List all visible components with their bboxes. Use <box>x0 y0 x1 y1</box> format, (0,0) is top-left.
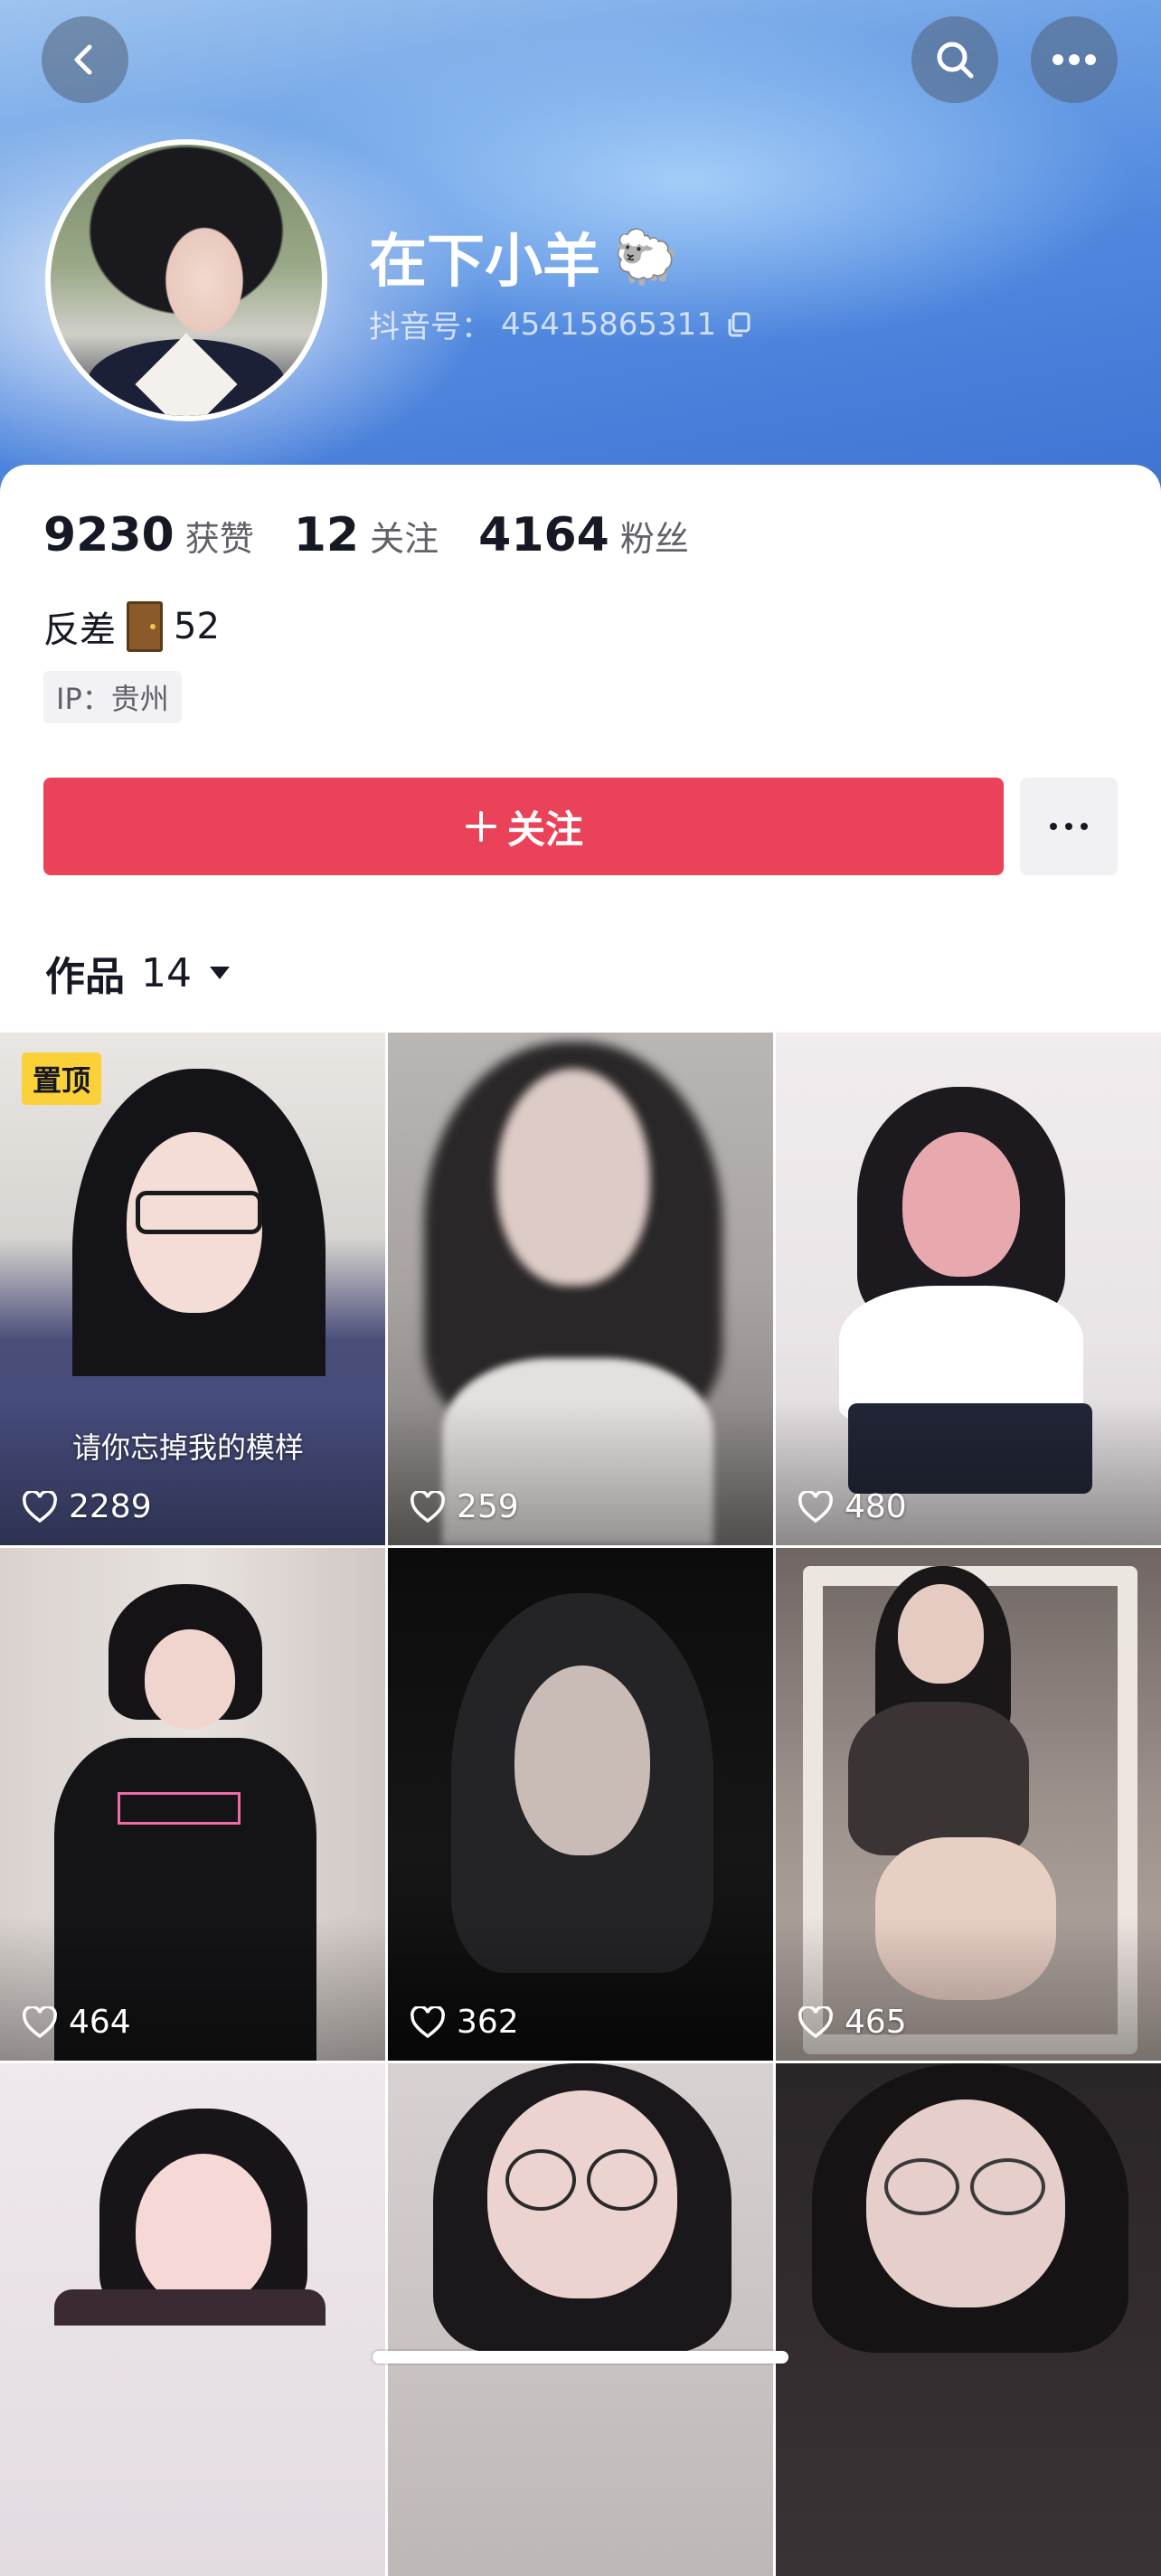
thumb-glasses-right <box>970 2158 1045 2215</box>
video-tile[interactable]: 259 <box>388 1033 773 1545</box>
video-tile[interactable]: 362 <box>388 1548 773 2061</box>
video-tile[interactable] <box>0 2063 385 2576</box>
bio-prefix: 反差 <box>43 609 116 651</box>
video-tile[interactable] <box>776 2063 1161 2576</box>
profile-more-button[interactable] <box>1020 778 1118 875</box>
home-indicator[interactable] <box>373 2351 788 2364</box>
like-count: 465 <box>798 2004 907 2041</box>
sheep-emoji: 🐑 <box>613 225 679 288</box>
heart-icon <box>411 2005 445 2038</box>
thumb-face <box>898 1584 984 1684</box>
stat-likes[interactable]: 9230 获赞 <box>43 508 254 562</box>
avatar[interactable] <box>45 139 327 421</box>
like-count-value: 259 <box>457 1488 519 1525</box>
thumb-shirt-print <box>118 1792 241 1825</box>
like-count-value: 480 <box>845 1488 907 1525</box>
bio: 反差 52 <box>43 600 220 653</box>
douyin-id-label: 抖音号： <box>369 309 492 345</box>
bio-suffix: 52 <box>174 606 220 647</box>
more-horizontal-icon <box>1052 54 1096 65</box>
more-horizontal-icon <box>1050 823 1088 830</box>
ip-location-tag: IP：贵州 <box>43 671 182 723</box>
door-emoji-icon <box>127 601 163 652</box>
nickname: 在下小羊 🐑 <box>369 215 678 298</box>
heart-icon <box>23 2005 57 2038</box>
like-count: 259 <box>410 1488 519 1525</box>
stat-value: 12 <box>293 508 360 562</box>
thumb-face <box>145 1629 235 1729</box>
like-count: 2289 <box>22 1488 152 1525</box>
thumb-face <box>136 2154 271 2307</box>
thumb-glasses-right <box>587 2149 657 2211</box>
thumb-shirt <box>848 1702 1029 1855</box>
caret-down-icon <box>210 967 230 979</box>
works-count: 14 <box>141 949 192 996</box>
search-button[interactable] <box>911 16 998 103</box>
heart-icon <box>23 1490 57 1523</box>
like-count: 464 <box>22 2004 131 2041</box>
search-icon <box>937 42 974 79</box>
like-count: 362 <box>410 2004 519 2041</box>
douyin-id[interactable]: 抖音号： 45415865311 <box>369 302 752 346</box>
like-count-value: 465 <box>845 2004 907 2041</box>
video-tile[interactable]: 置顶 请你忘掉我的模样 2289 <box>0 1033 385 1545</box>
heart-icon <box>411 1490 445 1523</box>
video-tile[interactable]: 464 <box>0 1548 385 2061</box>
stat-followers[interactable]: 4164 粉丝 <box>478 508 689 562</box>
thumb-shirt <box>54 2289 326 2326</box>
douyin-id-value: 45415865311 <box>501 306 716 343</box>
like-count-value: 464 <box>69 2004 131 2041</box>
stat-value: 9230 <box>43 508 175 562</box>
thumb-glasses-left <box>505 2149 576 2211</box>
follow-button[interactable]: 关注 <box>43 778 1004 875</box>
follow-label: 关注 <box>506 807 583 852</box>
avatar-collar <box>87 339 286 416</box>
thumb-glasses <box>136 1191 262 1234</box>
thumb-face <box>496 1069 650 1286</box>
back-button[interactable] <box>42 16 128 103</box>
heart-icon <box>798 2005 833 2038</box>
like-count: 480 <box>798 1488 907 1525</box>
stat-value: 4164 <box>478 508 609 562</box>
more-options-button[interactable] <box>1031 16 1118 103</box>
plus-icon <box>465 811 496 842</box>
video-tile[interactable]: 465 <box>776 1548 1161 2061</box>
tab-works[interactable]: 作品 14 <box>45 944 231 1002</box>
stat-label: 粉丝 <box>619 519 689 559</box>
stats-row: 9230 获赞 12 关注 4164 粉丝 <box>43 508 689 562</box>
video-grid: 置顶 请你忘掉我的模样 2289 259 480 464 362 465 <box>0 1033 1161 2576</box>
stat-label: 关注 <box>370 519 439 559</box>
video-caption: 请你忘掉我的模样 <box>72 1430 305 1465</box>
nickname-text: 在下小羊 <box>369 229 600 296</box>
like-count-value: 362 <box>457 2004 519 2041</box>
thumb-face <box>902 1132 1020 1277</box>
video-tile[interactable]: 480 <box>776 1033 1161 1545</box>
heart-icon <box>798 1490 833 1523</box>
thumb-face <box>514 1665 650 1855</box>
works-label: 作品 <box>45 954 125 1000</box>
chevron-left-icon <box>74 44 92 75</box>
thumb-glasses-left <box>884 2158 959 2215</box>
stat-label: 获赞 <box>184 519 254 559</box>
video-tile[interactable] <box>388 2063 773 2576</box>
copy-icon[interactable] <box>725 311 752 338</box>
like-count-value: 2289 <box>69 1488 152 1525</box>
profile-card: 9230 获赞 12 关注 4164 粉丝 反差 52 IP：贵州 关注 作品 … <box>0 465 1161 1031</box>
stat-following[interactable]: 12 关注 <box>294 508 439 562</box>
pinned-badge: 置顶 <box>22 1052 102 1105</box>
